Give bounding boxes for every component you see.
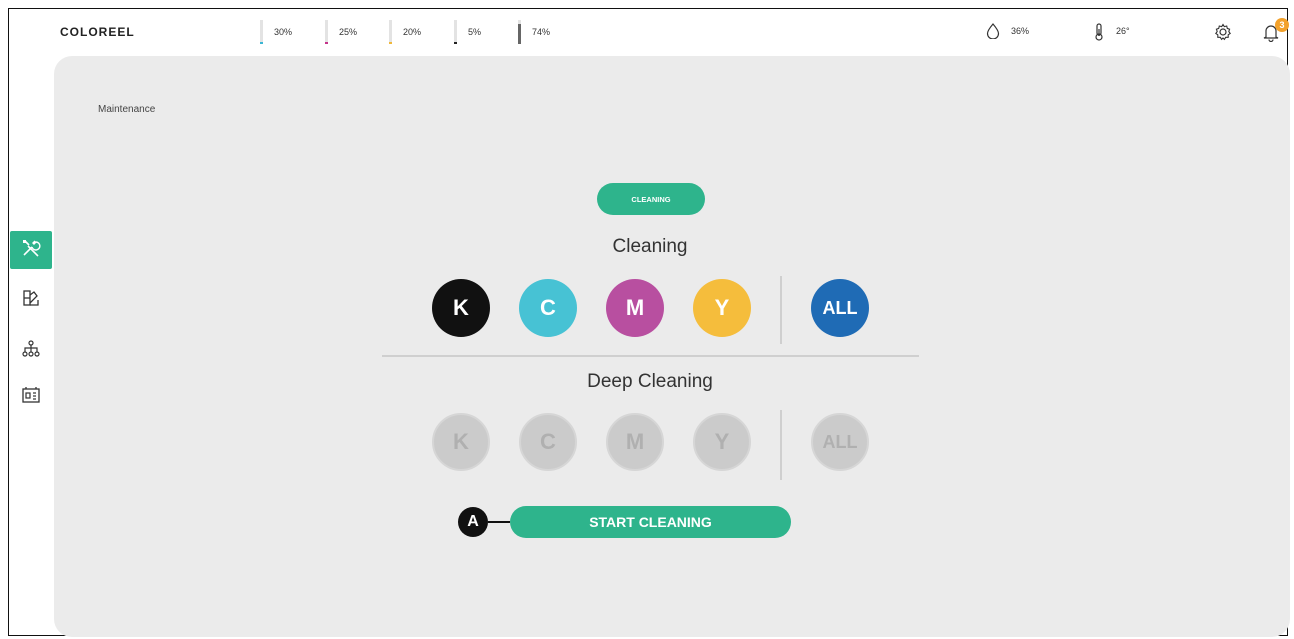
thermometer-icon — [1093, 23, 1105, 46]
brand-logo: COLOREEL — [60, 25, 135, 39]
notification-badge: 3 — [1275, 18, 1289, 32]
section-divider — [382, 355, 919, 357]
ink-black-percent: 5% — [468, 27, 482, 37]
clean-k-button[interactable]: K — [432, 279, 490, 337]
palette-icon — [22, 289, 40, 312]
clean-c-button[interactable]: C — [519, 279, 577, 337]
cleaning-title: Cleaning — [612, 236, 688, 257]
cleaning-mode-pill[interactable]: CLEANING — [597, 183, 705, 215]
sidebar-item-network[interactable] — [10, 332, 52, 370]
clean-y-button[interactable]: Y — [693, 279, 751, 337]
sidebar-item-colors[interactable] — [10, 281, 52, 319]
ink-magenta-percent: 25% — [339, 27, 358, 37]
ink-yellow-percent: 20% — [403, 27, 422, 37]
deep-clean-y-button[interactable]: Y — [693, 413, 751, 471]
deep-clean-k-button[interactable]: K — [432, 413, 490, 471]
ink-cyan-percent: 30% — [274, 27, 293, 37]
temperature-value: 26° — [1116, 26, 1130, 36]
machine-icon — [21, 385, 41, 410]
breadcrumb: Maintenance — [98, 104, 156, 115]
cleaning-divider — [780, 276, 782, 344]
main-panel — [54, 56, 1290, 637]
clean-all-button[interactable]: ALL — [811, 279, 869, 337]
clean-m-button[interactable]: M — [606, 279, 664, 337]
deep-cleaning-title: Deep Cleaning — [587, 371, 713, 392]
callout-marker: A — [458, 507, 488, 537]
droplet-icon — [986, 23, 1000, 44]
tools-icon — [20, 237, 42, 264]
deep-clean-c-button[interactable]: C — [519, 413, 577, 471]
deep-cleaning-divider — [780, 410, 782, 480]
gear-icon[interactable] — [1214, 23, 1232, 46]
sidebar-item-jobs[interactable] — [10, 378, 52, 416]
deep-clean-m-button[interactable]: M — [606, 413, 664, 471]
callout-leader-line — [488, 521, 510, 523]
sidebar-item-maintenance[interactable] — [10, 231, 52, 269]
deep-clean-all-button[interactable]: ALL — [811, 413, 869, 471]
start-cleaning-button[interactable]: START CLEANING — [510, 506, 791, 538]
network-icon — [21, 339, 41, 364]
humidity-value: 36% — [1011, 26, 1030, 36]
ink-waste-percent: 74% — [532, 27, 551, 37]
